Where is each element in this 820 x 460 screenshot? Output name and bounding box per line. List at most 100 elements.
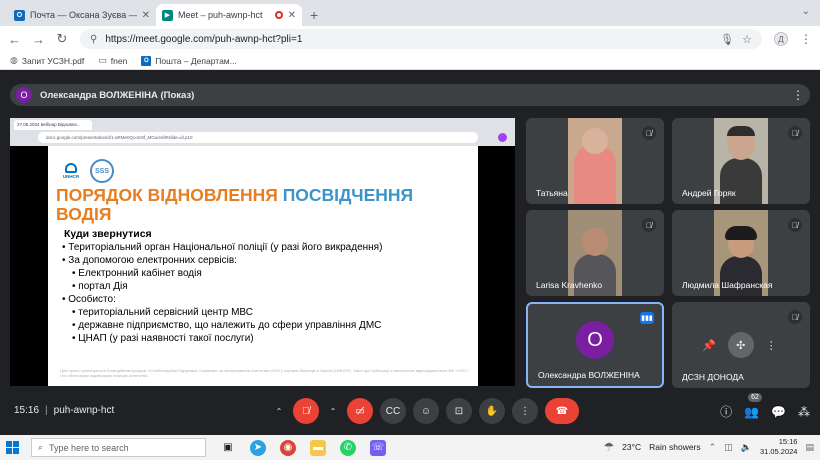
unhcr-logo: UNHCR (58, 158, 84, 184)
participant-name: Людмила Шафранская (682, 280, 773, 290)
people-icon[interactable]: 👥 62 (744, 392, 762, 419)
new-tab-button[interactable]: + (310, 7, 318, 23)
browser-toolbar: ← → ↻ ⚲ https://meet.google.com/puh-awnp… (0, 26, 820, 52)
effects-icon[interactable]: ✣ (727, 332, 754, 358)
more-options-icon[interactable]: ⋮ (766, 339, 777, 352)
present-button[interactable]: ⊡ (446, 398, 472, 424)
shared-browser-chrome: 27.05.2024 вебінар Відновле... docs.goog… (10, 118, 515, 146)
back-button[interactable]: ← (8, 32, 21, 47)
telegram-icon[interactable]: ➤ (250, 439, 266, 456)
slide-bullet: • державне підприємство, що належить до … (72, 320, 382, 331)
temperature: 23°C (622, 442, 642, 452)
unhcr-label: UNHCR (62, 174, 80, 179)
slide-bullet: • За допомогою електронних сервісів: (62, 255, 237, 266)
slide-bullet: • Територіальний орган Національної полі… (62, 242, 383, 253)
participant-tile[interactable]: 🎙̸ Андрей Горяк (672, 118, 810, 204)
participant-tile[interactable]: 🎙̸ Татьяна (526, 118, 664, 204)
emoji-button[interactable]: ☺ (413, 398, 439, 424)
audio-options-button[interactable]: ⌃ (272, 398, 286, 424)
participant-tile[interactable]: 🎙̸ Людмила Шафранская (672, 210, 810, 296)
video-options-button[interactable]: ⌃ (326, 398, 340, 424)
more-options-button[interactable]: ⋮ (512, 398, 538, 424)
mic-off-icon: 🎙̸ (788, 126, 802, 140)
participant-name: Larisa Kravhenko (536, 280, 603, 290)
participant-name: Татьяна (536, 188, 568, 198)
call-controls: ⌃ 🎙̸ ⌃ ▭̸ CC ☺ ⊡ ✋ ⋮ ☎ (272, 398, 579, 424)
captions-button[interactable]: CC (380, 398, 406, 424)
participant-name: Олександра ВОЛЖЕНІНА (538, 370, 640, 380)
chevron-up-icon[interactable]: ⌃ (709, 442, 717, 453)
meeting-time: 15:16 (14, 405, 40, 416)
chrome-icon[interactable]: ◉ (280, 439, 296, 456)
close-icon[interactable]: ✕ (142, 10, 150, 21)
participant-video (568, 118, 622, 204)
tab-search-icon[interactable]: ⌄ (802, 6, 810, 17)
notifications-icon[interactable]: ▤ (805, 442, 814, 453)
participant-tile[interactable]: 🎙̸ Larisa Kravhenko (526, 210, 664, 296)
clock-date: 31.05.2024 (759, 447, 798, 456)
volume-icon[interactable]: 🔈 (741, 442, 752, 453)
bookmark-star-icon[interactable]: ☆ (742, 33, 752, 46)
slide-title-part1: ПОРЯДОК ВІДНОВЛЕННЯ (56, 185, 283, 205)
mic-off-icon: 🎙̸ (788, 310, 802, 324)
slide-bullet: • ЦНАП (у разі наявності такої послуги) (72, 333, 254, 344)
pin-icon[interactable]: 📌 (702, 339, 716, 352)
slide-footnote: Цей проект реалізується Благодійним фонд… (60, 368, 469, 378)
slide-bullet: • портал Дія (72, 281, 128, 292)
participant-count-badge: 62 (748, 392, 762, 402)
profile-avatar[interactable]: Д (774, 32, 788, 46)
microphone-toggle-button[interactable]: 🎙̸ (293, 398, 319, 424)
participant-avatar: О (576, 321, 614, 360)
mic-off-icon: 🎙̸ (788, 218, 802, 232)
meeting-details-icon[interactable]: ⓘ (720, 403, 732, 420)
participant-tile-speaking[interactable]: О ▮▮▮ Олександра ВОЛЖЕНІНА (526, 302, 664, 388)
tab-strip: O Почта — Оксана Зуєва — Outl ✕ ▶ Meet –… (0, 0, 820, 26)
network-icon[interactable]: ◫ (724, 442, 733, 453)
meeting-code: puh-awnp-hct (53, 405, 115, 416)
browser-menu-icon[interactable]: ⋮ (800, 32, 812, 46)
windows-start-icon[interactable] (6, 441, 19, 454)
windows-taskbar: ⌕ Type here to search ▣ ➤ ◉ ▬ ✆ ☏ ☂ 23°C… (0, 435, 820, 460)
participant-name: ДСЗН ДОНОДА (682, 372, 744, 382)
rain-cloud-icon[interactable]: ☂ (603, 440, 614, 454)
chat-icon[interactable]: 💬 (771, 405, 786, 419)
tab-title: Meet – puh-awnp-hct (178, 10, 263, 20)
file-explorer-icon[interactable]: ▬ (310, 439, 326, 456)
bookmark-item[interactable]: O Пошта – Департам... (141, 55, 237, 66)
microphone-icon[interactable]: 🎙 (720, 33, 734, 46)
taskbar-apps: ▣ ➤ ◉ ▬ ✆ ☏ (220, 439, 386, 456)
sss-logo: SSS (90, 159, 114, 183)
participant-name: Андрей Горяк (682, 188, 736, 198)
bookmark-item[interactable]: ◍ Запит УСЗН.pdf (10, 55, 84, 66)
whatsapp-icon[interactable]: ✆ (340, 439, 356, 456)
viber-icon[interactable]: ☏ (370, 439, 386, 456)
mic-off-icon: 🎙̸ (642, 218, 656, 232)
speaking-indicator-icon: ▮▮▮ (640, 312, 654, 324)
taskbar-search-input[interactable]: ⌕ Type here to search (31, 438, 206, 457)
task-view-icon[interactable]: ▣ (220, 440, 236, 456)
slide-bullet: • територіальний сервісний центр МВС (72, 307, 253, 318)
meeting-info: 15:16 | puh-awnp-hct (14, 405, 114, 416)
more-options-icon[interactable]: ⋮ (792, 88, 804, 102)
activities-icon[interactable]: ⁂ (798, 405, 810, 419)
browser-tab-meet[interactable]: ▶ Meet – puh-awnp-hct ✕ (156, 4, 302, 26)
bookmark-item[interactable]: ▭ fnen (98, 55, 127, 66)
outlook-icon: O (14, 9, 25, 21)
slide-bullet: • Особисто: (62, 294, 116, 305)
browser-tab-outlook[interactable]: O Почта — Оксана Зуєва — Outl ✕ (8, 4, 156, 26)
site-info-icon[interactable]: ⚲ (90, 34, 97, 45)
raise-hand-button[interactable]: ✋ (479, 398, 505, 424)
participant-tile[interactable]: 📌 ✣ ⋮ 🎙̸ ДСЗН ДОНОДА (672, 302, 810, 388)
close-icon[interactable]: ✕ (288, 10, 296, 21)
camera-toggle-button[interactable]: ▭̸ (347, 398, 373, 424)
end-call-button[interactable]: ☎ (545, 398, 579, 424)
search-placeholder: Type here to search (49, 442, 129, 453)
shared-profile-avatar (498, 133, 507, 142)
taskbar-clock[interactable]: 15:16 31.05.2024 (760, 437, 798, 457)
forward-button[interactable]: → (32, 32, 45, 47)
unhcr-emblem-icon (65, 163, 77, 173)
bookmark-label: Пошта – Департам... (155, 55, 237, 66)
clock-time: 15:16 (778, 437, 798, 446)
reload-button[interactable]: ↻ (56, 31, 68, 47)
address-bar[interactable]: ⚲ https://meet.google.com/puh-awnp-hct?p… (80, 29, 762, 49)
